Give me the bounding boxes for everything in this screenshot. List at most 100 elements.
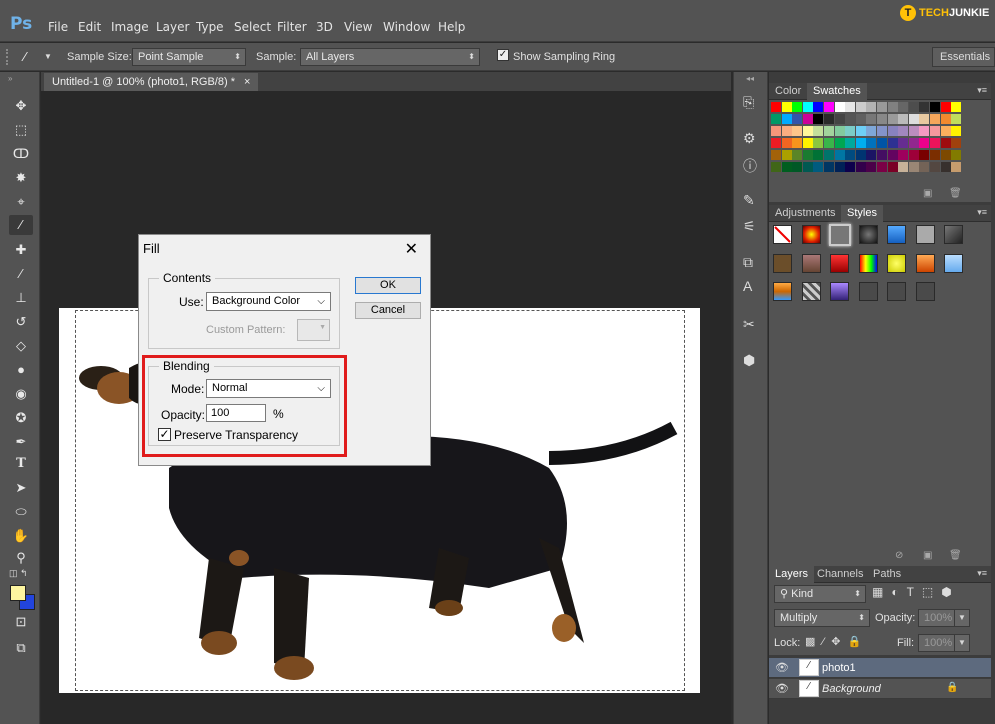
color-swatch[interactable] bbox=[781, 102, 792, 112]
color-swatch[interactable] bbox=[951, 162, 962, 172]
cancel-button[interactable]: Cancel bbox=[355, 302, 421, 319]
color-swatch[interactable] bbox=[908, 102, 919, 112]
new-swatch-icon[interactable]: ▣ bbox=[923, 188, 932, 199]
color-swatch[interactable] bbox=[866, 150, 877, 160]
color-swatch[interactable] bbox=[813, 150, 824, 160]
style-empty-1[interactable] bbox=[859, 282, 878, 301]
color-swatch[interactable] bbox=[951, 102, 962, 112]
brush-presets-icon[interactable]: ⚙ bbox=[743, 130, 756, 147]
new-style-icon[interactable]: ▣ bbox=[923, 550, 932, 561]
color-swatch[interactable] bbox=[898, 114, 909, 124]
tab-swatches[interactable]: Swatches bbox=[807, 83, 867, 100]
color-swatch[interactable] bbox=[834, 126, 845, 136]
color-swatch[interactable] bbox=[898, 162, 909, 172]
color-swatch[interactable] bbox=[919, 126, 930, 136]
layer-row-photo1[interactable]: 👁 ⁄ photo1 bbox=[769, 658, 991, 678]
color-swatch[interactable] bbox=[940, 162, 951, 172]
color-swatch[interactable] bbox=[802, 114, 813, 124]
collapse-icon[interactable]: ◂◂ bbox=[746, 74, 754, 83]
color-swatch[interactable] bbox=[940, 114, 951, 124]
eraser-tool-icon[interactable]: ◇ bbox=[9, 336, 33, 356]
color-swatch[interactable] bbox=[940, 150, 951, 160]
color-swatch[interactable] bbox=[802, 126, 813, 136]
color-swatch[interactable] bbox=[771, 114, 781, 124]
color-swatch[interactable] bbox=[813, 138, 824, 148]
color-swatch[interactable] bbox=[887, 126, 898, 136]
menu-view[interactable]: View bbox=[344, 20, 372, 34]
ok-button[interactable]: OK bbox=[355, 277, 421, 294]
menu-help[interactable]: Help bbox=[438, 20, 465, 34]
menu-select[interactable]: Select bbox=[234, 20, 271, 34]
fill-dropdown-icon[interactable]: ▼ bbox=[954, 634, 970, 652]
color-swatch[interactable] bbox=[951, 114, 962, 124]
color-swatch[interactable] bbox=[802, 150, 813, 160]
color-swatch[interactable] bbox=[813, 162, 824, 172]
color-swatch[interactable] bbox=[898, 102, 909, 112]
panel-menu-icon[interactable]: ▾≡ bbox=[977, 568, 987, 579]
zoom-tool-icon[interactable]: ⚲ bbox=[9, 548, 33, 568]
tab-styles[interactable]: Styles bbox=[841, 205, 883, 222]
color-swatch[interactable] bbox=[771, 126, 781, 136]
style-none[interactable] bbox=[773, 225, 792, 244]
color-swatch[interactable] bbox=[930, 150, 940, 160]
color-swatch[interactable] bbox=[792, 102, 803, 112]
color-swatch[interactable] bbox=[824, 138, 834, 148]
color-swatch[interactable] bbox=[845, 150, 856, 160]
default-colors-icon[interactable]: ◫ ↰ bbox=[9, 568, 28, 579]
menu-layer[interactable]: Layer bbox=[156, 20, 189, 34]
character-icon[interactable]: A bbox=[743, 278, 752, 294]
color-swatch[interactable] bbox=[834, 102, 845, 112]
color-swatch[interactable] bbox=[877, 126, 887, 136]
menu-3d[interactable]: 3D bbox=[316, 20, 333, 34]
style-empty-3[interactable] bbox=[916, 282, 935, 301]
foreground-color-swatch[interactable] bbox=[10, 585, 26, 601]
collapse-icon[interactable]: » bbox=[8, 74, 12, 83]
color-swatch[interactable] bbox=[887, 114, 898, 124]
color-swatch[interactable] bbox=[824, 114, 834, 124]
color-swatch[interactable] bbox=[866, 162, 877, 172]
color-swatch[interactable] bbox=[771, 162, 781, 172]
color-swatch[interactable] bbox=[940, 126, 951, 136]
color-swatch[interactable] bbox=[940, 102, 951, 112]
tool-preset-chevron-icon[interactable]: ▼ bbox=[44, 52, 52, 61]
color-swatch[interactable] bbox=[930, 162, 940, 172]
style-red[interactable] bbox=[830, 254, 849, 273]
color-swatch[interactable] bbox=[877, 162, 887, 172]
document-tab[interactable]: Untitled-1 @ 100% (photo1, RGB/8) * × bbox=[44, 73, 259, 91]
history-icon[interactable]: ⎘ bbox=[743, 94, 754, 111]
tools-icon[interactable]: ✂ bbox=[743, 316, 755, 333]
color-swatch[interactable] bbox=[855, 114, 866, 124]
color-swatch[interactable] bbox=[930, 114, 940, 124]
eye-icon[interactable]: 👁 bbox=[775, 661, 789, 674]
3d-icon[interactable]: ⬢ bbox=[743, 352, 755, 369]
sponge-tool-icon[interactable]: ✪ bbox=[9, 408, 33, 428]
color-swatch[interactable] bbox=[845, 162, 856, 172]
magic-wand-icon[interactable]: ✸ bbox=[9, 168, 33, 188]
move-tool-icon[interactable]: ✥ bbox=[9, 96, 33, 116]
color-swatch[interactable] bbox=[845, 126, 856, 136]
style-tan[interactable] bbox=[802, 254, 821, 273]
color-swatch[interactable] bbox=[834, 162, 845, 172]
pen-tool-icon[interactable]: ✒ bbox=[9, 432, 33, 452]
color-swatch[interactable] bbox=[877, 114, 887, 124]
color-swatch[interactable] bbox=[792, 162, 803, 172]
color-swatch[interactable] bbox=[951, 138, 962, 148]
color-swatch[interactable] bbox=[845, 114, 856, 124]
color-swatch[interactable] bbox=[813, 114, 824, 124]
style-gray[interactable] bbox=[916, 225, 935, 244]
ellipse-tool-icon[interactable]: ⬭ bbox=[9, 502, 33, 522]
color-swatch[interactable] bbox=[834, 138, 845, 148]
close-tab-icon[interactable]: × bbox=[244, 76, 250, 88]
color-swatch[interactable] bbox=[940, 138, 951, 148]
color-swatch[interactable] bbox=[951, 126, 962, 136]
color-swatch[interactable] bbox=[877, 150, 887, 160]
info-icon[interactable]: ⓘ bbox=[743, 156, 757, 176]
blend-mode-select[interactable]: Multiply ⬍ bbox=[774, 609, 870, 627]
crop-tool-icon[interactable]: ⌖ bbox=[9, 192, 33, 212]
color-swatch[interactable] bbox=[845, 102, 856, 112]
clone-stamp-icon[interactable]: ⊥ bbox=[9, 288, 33, 308]
color-swatch[interactable] bbox=[781, 114, 792, 124]
color-swatch[interactable] bbox=[771, 102, 781, 112]
color-swatch[interactable] bbox=[887, 138, 898, 148]
color-swatch[interactable] bbox=[887, 150, 898, 160]
